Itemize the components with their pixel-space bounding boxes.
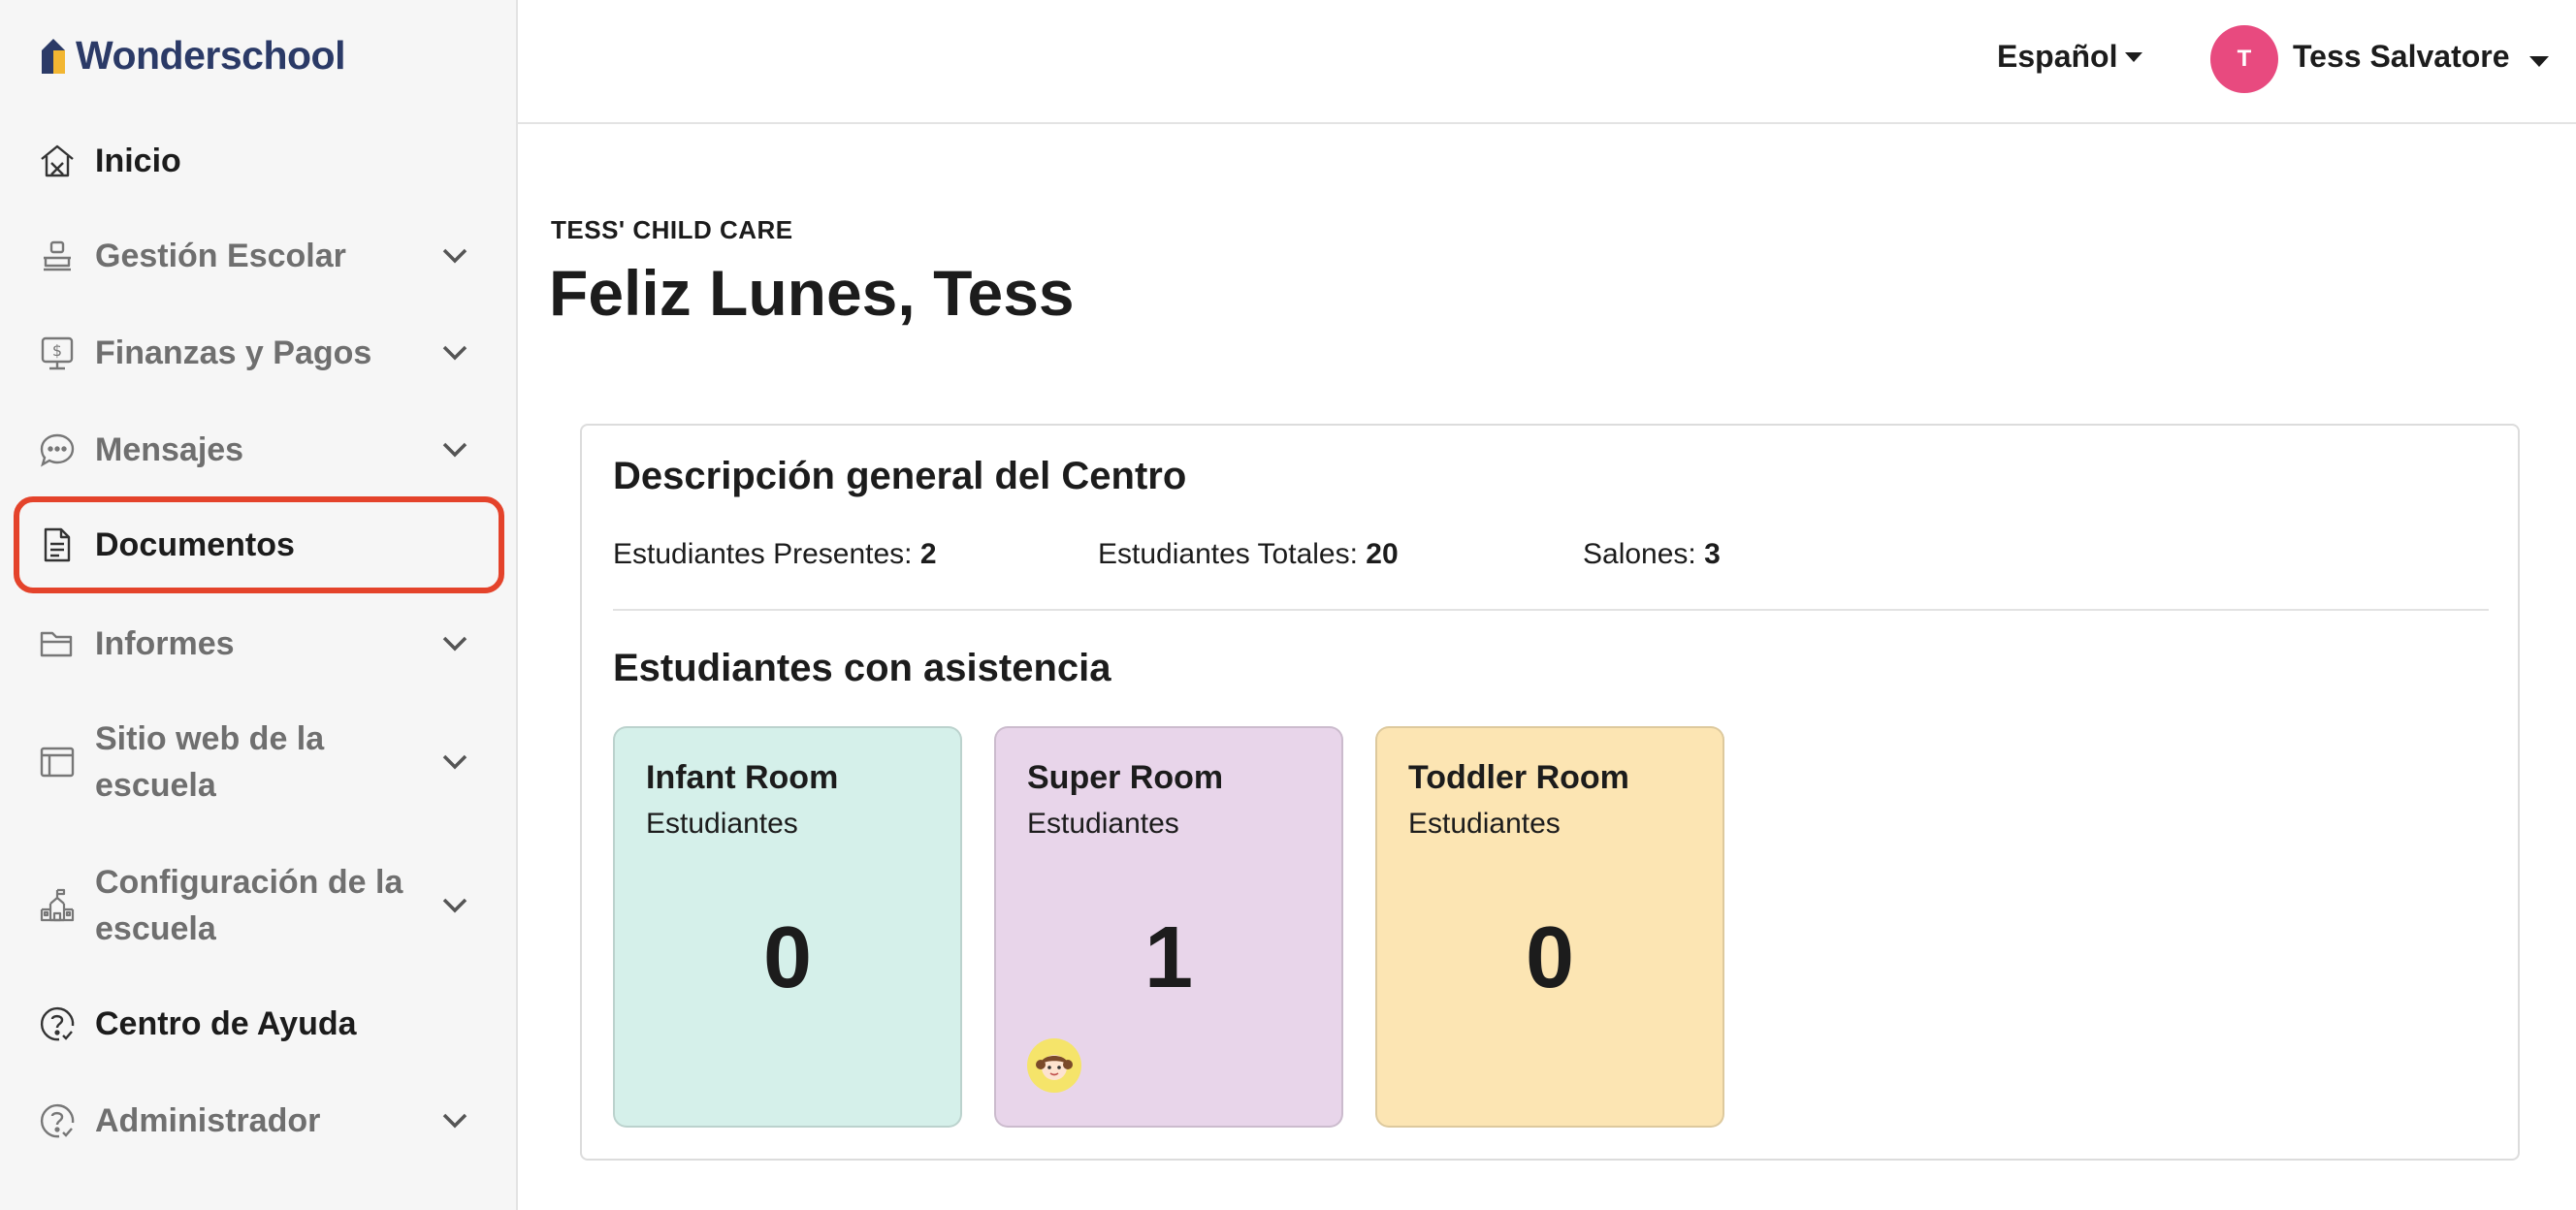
room-name: Infant Room [646, 759, 839, 796]
sidebar-item-label: Finanzas y Pagos [95, 334, 372, 371]
stat-value: 3 [1704, 538, 1721, 570]
sidebar-item-label: Administrador [95, 1102, 321, 1139]
svg-text:$: $ [52, 341, 62, 360]
sidebar-item-label: Inicio [95, 143, 181, 179]
chevron-down-icon[interactable] [440, 341, 469, 365]
center-overview-card: Descripción general del Centro Estudiant… [580, 424, 2520, 1161]
language-label: Español [1997, 39, 2118, 74]
room-count: 0 [1525, 909, 1575, 1006]
sidebar: Wonderschool Inicio Gestión Escolar $ Fi… [0, 0, 518, 1210]
room-name: Toddler Room [1408, 759, 1629, 796]
stat-present-students: Estudiantes Presentes: 2 [613, 538, 937, 571]
room-card-infant[interactable]: Infant Room Estudiantes 0 [613, 726, 962, 1128]
page-title: Feliz Lunes, Tess [549, 257, 1075, 329]
sidebar-item-gestion-escolar[interactable]: Gestión Escolar [14, 227, 504, 285]
language-selector[interactable]: Español [1997, 39, 2143, 75]
sidebar-item-centro-ayuda[interactable]: Centro de Ayuda [14, 995, 504, 1053]
room-card-toddler[interactable]: Toddler Room Estudiantes 0 [1375, 726, 1724, 1128]
sidebar-item-label: Informes [95, 625, 235, 662]
room-count: 1 [1143, 909, 1194, 1006]
chevron-down-icon[interactable] [440, 244, 469, 268]
sidebar-item-inicio[interactable]: Inicio [14, 132, 504, 190]
help-icon [37, 1003, 78, 1044]
room-count: 0 [762, 909, 813, 1006]
student-avatar-icon[interactable] [1027, 1038, 1081, 1093]
room-subtitle: Estudiantes [646, 808, 798, 840]
browser-icon [37, 742, 78, 782]
desk-icon [37, 236, 78, 276]
sidebar-item-mensajes[interactable]: Mensajes [14, 421, 504, 479]
sidebar-item-informes[interactable]: Informes [14, 615, 504, 673]
top-bar: Español T Tess Salvatore [518, 0, 2576, 124]
user-name[interactable]: Tess Salvatore [2293, 39, 2510, 75]
room-subtitle: Estudiantes [1027, 808, 1179, 840]
chat-icon [37, 430, 78, 470]
sidebar-item-documentos[interactable]: Documentos [14, 496, 504, 593]
stat-value: 2 [919, 538, 937, 570]
caret-down-icon [2125, 51, 2143, 62]
sidebar-item-label: Sitio web de la escuela [95, 720, 325, 804]
user-menu-caret-icon[interactable] [2529, 56, 2549, 67]
help-icon [37, 1100, 78, 1141]
wonderschool-logo[interactable]: Wonderschool [39, 33, 345, 79]
sidebar-item-configuracion[interactable]: Configuración de la escuela [14, 859, 504, 952]
room-card-super[interactable]: Super Room Estudiantes 1 [994, 726, 1343, 1128]
stat-value: 20 [1366, 538, 1399, 570]
finance-icon: $ [37, 333, 78, 373]
sidebar-item-label: Mensajes [95, 431, 244, 468]
chevron-down-icon[interactable] [440, 894, 469, 917]
sidebar-item-administrador[interactable]: Administrador [14, 1092, 504, 1150]
room-name: Super Room [1027, 759, 1224, 796]
folder-icon [37, 623, 78, 664]
logo-text: Wonderschool [76, 33, 345, 78]
logo-icon [42, 38, 65, 74]
chevron-down-icon[interactable] [440, 1109, 469, 1132]
sidebar-item-label: Documentos [95, 526, 295, 563]
chevron-down-icon[interactable] [440, 438, 469, 462]
stat-rooms: Salones: 3 [1583, 538, 1721, 571]
school-icon [37, 885, 78, 926]
sidebar-item-label: Configuración de la escuela [95, 864, 403, 947]
stat-label: Salones: [1583, 538, 1696, 570]
sidebar-item-label: Centro de Ayuda [95, 1005, 357, 1042]
school-name: TESS' CHILD CARE [551, 215, 793, 244]
stat-label: Estudiantes Totales: [1098, 538, 1358, 570]
sidebar-item-finanzas[interactable]: $ Finanzas y Pagos [14, 324, 504, 382]
stat-label: Estudiantes Presentes: [613, 538, 913, 570]
home-icon [37, 141, 78, 181]
user-avatar[interactable]: T [2210, 25, 2278, 93]
overview-title: Descripción general del Centro [613, 455, 1187, 497]
sidebar-item-sitio-web[interactable]: Sitio web de la escuela [14, 716, 504, 809]
chevron-down-icon[interactable] [440, 750, 469, 774]
divider [613, 609, 2489, 611]
sidebar-item-label: Gestión Escolar [95, 238, 346, 274]
stat-total-students: Estudiantes Totales: 20 [1098, 538, 1399, 571]
attendance-title: Estudiantes con asistencia [613, 647, 1111, 689]
document-icon [37, 525, 78, 565]
chevron-down-icon[interactable] [440, 632, 469, 655]
room-subtitle: Estudiantes [1408, 808, 1561, 840]
